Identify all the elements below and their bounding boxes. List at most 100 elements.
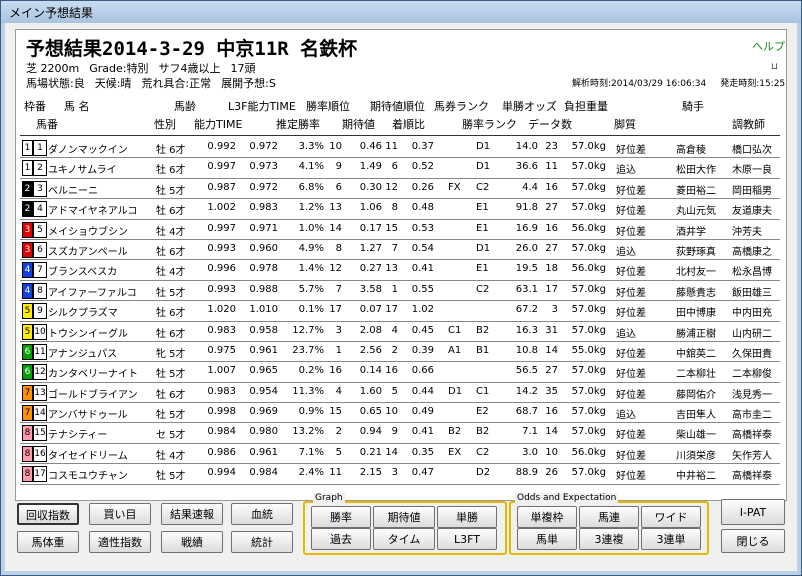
cell-ratio: 0.48 <box>411 202 434 214</box>
cell-sex-age: 牡 6才 <box>156 389 186 401</box>
cell-name: メイショウブシン <box>48 226 128 238</box>
cell-time: 0.983 <box>207 324 236 336</box>
table-row[interactable]: 7 13 ゴールドブライアン 牡 6才 0.983 0.954 11.3% 4 1.60 5 0.4… <box>20 383 780 404</box>
bought-button[interactable]: 買い目 <box>89 503 151 525</box>
table-row[interactable]: 2 3 ベルニーニ 牡 5才 0.987 0.972 6.8% 6 0.30 12 0.26 FX C2… <box>20 179 780 200</box>
cell-jockey: 松田大作 <box>676 165 716 177</box>
cell-wt: 57.0kg <box>571 365 606 377</box>
cell-odds: 68.7 <box>515 406 538 418</box>
cell-style: 好位差 <box>616 389 646 401</box>
cell-evrank: 3 <box>391 467 398 479</box>
frame-number: 3 <box>22 221 33 238</box>
table-row[interactable]: 5 10 トウシンイーグル 牡 6才 0.983 0.958 12.7% 3 2.08 4 0.45… <box>20 322 780 342</box>
cell-ratio: 0.55 <box>411 283 434 295</box>
cell-ev: 2.15 <box>359 467 382 479</box>
ipat-button[interactable]: I-PAT <box>721 499 785 525</box>
odds-group-label: Odds and Expectation <box>515 493 619 503</box>
cell-wr: C2 <box>476 283 490 295</box>
table-row[interactable]: 6 12 カンタベリーナイト牡 5才 1.007 0.965 0.2% 16 0.14 16 0.… <box>20 362 780 383</box>
title-bar[interactable]: メイン予想結果 <box>1 1 801 23</box>
col-num: 馬番 <box>36 118 58 131</box>
cell-wr: E1 <box>476 263 489 275</box>
close-button[interactable]: 閉じる <box>721 529 785 553</box>
cell-wrank: 1 <box>335 344 342 356</box>
frame-number: 5 <box>22 323 33 340</box>
graph-ev-button[interactable]: 期待値 <box>373 506 435 528</box>
cell-trainer: 高橋祥泰 <box>732 430 772 442</box>
graph-win-button[interactable]: 勝率 <box>311 506 371 528</box>
cell-wrank: 6 <box>335 181 342 193</box>
cell-l3f: 0.960 <box>249 242 278 254</box>
cell-trainer: 山内研二 <box>732 328 772 340</box>
table-row[interactable]: 6 11 アナンジュパス 牝 5才 0.975 0.961 23.7% 1 2.56 2 0.39 A… <box>20 342 780 363</box>
odds-umatan-button[interactable]: 馬単 <box>517 528 577 550</box>
cell-ratio: 0.44 <box>411 385 434 397</box>
odds-wide-button[interactable]: ワイド <box>641 506 701 528</box>
horse-number: 14 <box>33 405 47 422</box>
frame-number: 8 <box>22 445 33 462</box>
cell-name: アドマイヤネアルコ <box>48 206 138 218</box>
cell-wr: D1 <box>476 242 491 254</box>
col-ev: 期待値 <box>342 118 375 131</box>
horse-weight-button[interactable]: 馬体重 <box>17 531 79 553</box>
cell-jockey: 中舘英二 <box>676 348 716 360</box>
cell-wr: C1 <box>476 385 490 397</box>
cell-l3f: 0.958 <box>249 324 278 336</box>
col-ratio: 着順比 <box>392 118 425 131</box>
time-info: 解析時刻:2014/03/29 16:06:34 発走時刻:15:25 <box>572 76 799 89</box>
graph-time-button[interactable]: タイム <box>373 528 435 550</box>
cell-wt: 57.0kg <box>571 426 606 438</box>
cell-time: 0.993 <box>207 283 236 295</box>
cell-style: 追込 <box>616 410 636 422</box>
table-row[interactable]: 4 8 アイファーファルコ 牡 5才 0.993 0.988 5.7% 7 3.58 1 0.55 C… <box>20 281 780 302</box>
col-l3f: L3F能力TIME <box>228 100 296 113</box>
odds-sanrentan-button[interactable]: 3連単 <box>641 528 701 550</box>
cell-name: ゴールドブライアン <box>48 389 138 401</box>
aptitude-button[interactable]: 適性指数 <box>89 531 151 553</box>
table-row[interactable]: 8 15 テナシティー セ 5才 0.984 0.980 13.2% 2 0.94 9 0.41 B2… <box>20 423 780 444</box>
cell-l3f: 0.978 <box>249 263 278 275</box>
resize-icon[interactable]: ⊔ <box>771 62 778 72</box>
cell-ratio: 0.47 <box>411 467 434 479</box>
cell-style: 好位差 <box>616 145 646 156</box>
table-row[interactable]: 1 2 ユキノサムライ 牡 6才 0.997 0.973 4.1% 9 1.49 6 0.52 D1 3… <box>20 158 780 179</box>
graph-tansho-button[interactable]: 単勝 <box>437 506 497 528</box>
cell-trainer: 沖芳夫 <box>732 226 762 238</box>
recovery-button[interactable]: 回収指数 <box>17 503 79 525</box>
table-row[interactable]: 3 6 スズカアンペール 牡 6才 0.993 0.960 4.9% 8 1.27 7 0.54 D1… <box>20 240 780 261</box>
graph-l3ft-button[interactable]: L3FT <box>437 528 497 550</box>
odds-umaren-button[interactable]: 馬連 <box>579 506 639 528</box>
table-row[interactable]: 8 16 タイセイドリーム 牡 4才 0.986 0.961 7.1% 5 0.21 14 0.35… <box>20 444 780 465</box>
cell-trainer: 岡田稲男 <box>732 185 772 197</box>
cell-sex-age: 牡 5才 <box>156 471 186 483</box>
col-count: データ数 <box>528 118 572 131</box>
cell-cnt: 16 <box>545 222 558 234</box>
cell-style: 追込 <box>616 246 636 258</box>
cell-sex-age: 牡 6才 <box>156 308 186 320</box>
table-row[interactable]: 3 5 メイショウブシン 牡 4才 0.997 0.971 1.0% 14 0.17 15 0.53… <box>20 220 780 240</box>
cell-l3f: 0.972 <box>249 181 278 193</box>
table-row[interactable]: 7 14 アンバサドゥール 牡 5才 0.998 0.969 0.9% 15 0.65 10 0.4… <box>20 403 780 424</box>
record-button[interactable]: 戦績 <box>161 531 223 553</box>
cell-trainer: 松永昌博 <box>732 267 772 279</box>
help-link[interactable]: ヘルプ <box>752 38 785 54</box>
cell-wrank: 9 <box>335 161 342 173</box>
graph-past-button[interactable]: 過去 <box>311 528 371 550</box>
odds-sanrenpuku-button[interactable]: 3連複 <box>579 528 639 550</box>
table-row[interactable]: 1 1 ダノンマックイン牡 6才 0.992 0.972 3.3% 10 0.46 11 0.37… <box>20 138 780 159</box>
result-report-button[interactable]: 結果速報 <box>161 503 223 525</box>
table-row[interactable]: 5 9 シルクプラズマ牡 6才 1.020 1.010 0.1% 17 0.07 17 1.02 6… <box>20 301 780 322</box>
cell-name: コスモユウチャン <box>48 471 128 483</box>
cell-ev: 3.58 <box>359 283 382 295</box>
cell-sex-age: 牡 4才 <box>156 267 186 279</box>
cell-l3f: 1.010 <box>249 304 278 316</box>
pedigree-button[interactable]: 血統 <box>231 503 293 525</box>
table-row[interactable]: 4 7 ブランスベスカ 牡 4才 0.996 0.978 1.4% 12 0.27 13 0.41 E… <box>20 260 780 281</box>
table-row[interactable]: 2 4 アドマイヤネアルコ 牡 6才 1.002 0.983 1.2% 13 1.06 8 0.48… <box>20 199 780 220</box>
stats-button[interactable]: 統計 <box>231 531 293 553</box>
condition: サフ4歳以上 <box>158 62 221 75</box>
table-row[interactable]: 8 17 コスモユウチャン 牡 5才 0.994 0.984 2.4% 11 2.15 3 0.47… <box>20 464 780 485</box>
col-name: 馬 名 <box>64 100 90 113</box>
cell-evrank: 7 <box>391 242 398 254</box>
odds-wakuren-button[interactable]: 単複枠 <box>517 506 577 528</box>
